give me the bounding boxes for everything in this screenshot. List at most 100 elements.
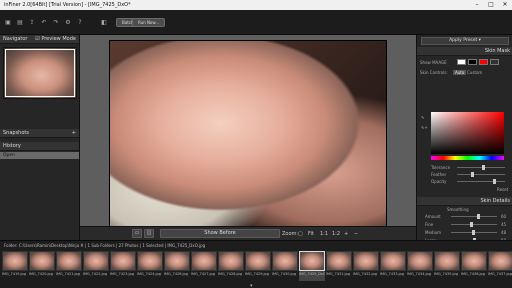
undo-icon[interactable]: ↶ (40, 19, 48, 27)
mask-color-gray[interactable] (490, 59, 499, 65)
filmstrip-thumbnail[interactable]: IMG_7432.jpg (353, 251, 379, 281)
skin-details-title: Skin Details (480, 198, 510, 204)
zoom-in-icon[interactable]: + (344, 230, 348, 238)
filmstrip: Folder: C:\Users\Ramin\Desktop\Ninja # |… (0, 240, 512, 288)
close-icon[interactable]: ✕ (498, 0, 512, 10)
add-snapshot-icon[interactable]: + (72, 129, 76, 138)
thumbnail-image (326, 251, 352, 271)
auto-tab[interactable]: Auto (453, 70, 467, 75)
zoom-fit[interactable]: Fit (308, 230, 314, 238)
history-header[interactable]: History (0, 142, 79, 151)
navigator-thumbnail[interactable] (3, 47, 77, 99)
eyedropper-add-icon[interactable]: ✎+ (421, 125, 428, 130)
image-canvas[interactable] (80, 35, 416, 240)
thumbnail-image (164, 251, 190, 271)
skin-details-header[interactable]: Skin Details (417, 197, 512, 206)
filmstrip-thumbnail[interactable]: IMG_7420.jpg (29, 251, 55, 281)
detail-slider[interactable] (451, 230, 497, 235)
zoom-1-1[interactable]: 1:1 (320, 230, 328, 238)
skin-controls-label: Skin Controls: (420, 70, 448, 75)
opacity-slider[interactable] (457, 179, 505, 184)
mask-color-red[interactable] (479, 59, 488, 65)
thumbnail-caption: IMG_7435.jpg (434, 272, 458, 276)
thumbnail-caption: IMG_7428.jpg (218, 272, 242, 276)
filmstrip-thumbnail[interactable]: IMG_7431.jpg (326, 251, 352, 281)
save-icon[interactable]: ▤ (16, 19, 24, 27)
thumbnail-image (407, 251, 433, 271)
thumbnail-caption: IMG_7420.jpg (29, 272, 53, 276)
baby-photo (109, 40, 387, 228)
detail-value: 45 (501, 222, 507, 227)
feather-slider[interactable] (457, 172, 505, 177)
detail-slider[interactable] (451, 222, 497, 227)
preview-mode-toggle[interactable]: ☑ Preview Mode (35, 35, 76, 44)
thumbnail-image (29, 251, 55, 271)
filmstrip-thumbnail[interactable]: IMG_7425_DxO.jpg (299, 251, 325, 281)
mask-color-white[interactable] (457, 59, 466, 65)
filmstrip-thumbnail[interactable]: IMG_7426.jpg (164, 251, 190, 281)
filmstrip-thumbnail[interactable]: IMG_7424.jpg (137, 251, 163, 281)
filmstrip-thumbnail[interactable]: IMG_7435.jpg (434, 251, 460, 281)
filmstrip-info: Folder: C:\Users\Ramin\Desktop\Ninja # |… (4, 243, 206, 248)
filmstrip-thumbnail[interactable]: IMG_7434.jpg (407, 251, 433, 281)
export-icon[interactable]: ⇪ (28, 19, 36, 27)
thumbnail-caption: IMG_7434.jpg (407, 272, 431, 276)
redo-icon[interactable]: ↷ (52, 19, 60, 27)
filmstrip-collapse-icon[interactable]: ▾ (250, 283, 253, 288)
thumbnail-image (218, 251, 244, 271)
compare-icon[interactable]: ◧ (100, 19, 108, 27)
thumbnail-image (380, 251, 406, 271)
filmstrip-thumbnail[interactable]: IMG_7436.jpg (461, 251, 487, 281)
navigator-header[interactable]: Navigator ☑ Preview Mode (0, 35, 79, 44)
tolerance-slider[interactable] (457, 165, 505, 170)
filmstrip-thumbnail[interactable]: IMG_7421.jpg (56, 251, 82, 281)
filmstrip-thumbnail[interactable]: IMG_7427.jpg (191, 251, 217, 281)
filmstrip-thumbnail[interactable]: IMG_7437.jpg (488, 251, 512, 281)
help-icon[interactable]: ? (76, 19, 84, 27)
reset-button[interactable]: Reset (497, 187, 508, 192)
history-item[interactable]: Open (0, 152, 79, 159)
apply-preset-dropdown[interactable]: Apply Preset ▾ (421, 37, 509, 45)
open-icon[interactable]: ▣ (4, 19, 12, 27)
filmstrip-thumbnail[interactable]: IMG_7429.jpg (245, 251, 271, 281)
detail-slider[interactable] (451, 214, 497, 219)
eyedropper-icon[interactable]: ✎ (421, 115, 424, 120)
thumbnail-image (353, 251, 379, 271)
thumbnail-caption: IMG_7423.jpg (110, 272, 134, 276)
filmstrip-thumbnail[interactable]: IMG_7422.jpg (83, 251, 109, 281)
split-view-icon[interactable]: ◫ (144, 229, 154, 238)
skin-color-picker[interactable] (431, 112, 504, 154)
zoom-out-icon[interactable]: − (354, 230, 358, 238)
zoom-1-2[interactable]: 1:2 (332, 230, 340, 238)
filmstrip-thumbnail[interactable]: IMG_7419.jpg (2, 251, 28, 281)
filmstrip-thumbnail[interactable]: IMG_7430.jpg (272, 251, 298, 281)
thumbnail-caption: IMG_7425_DxO.jpg (299, 272, 325, 276)
tolerance-label: Tolerance (431, 165, 451, 170)
thumbnail-caption: IMG_7430.jpg (272, 272, 296, 276)
thumbnail-image (137, 251, 163, 271)
filmstrip-thumbnail[interactable]: IMG_7428.jpg (218, 251, 244, 281)
mask-color-black[interactable] (468, 59, 477, 65)
snapshots-header[interactable]: Snapshots + (0, 129, 79, 138)
hue-slider[interactable] (431, 156, 504, 160)
skin-mask-header[interactable]: Skin Mask (417, 47, 512, 56)
single-view-icon[interactable]: ▭ (132, 229, 142, 238)
thumbnail-caption: IMG_7432.jpg (353, 272, 377, 276)
thumbnail-caption: IMG_7437.jpg (488, 272, 512, 276)
filmstrip-thumbnail[interactable]: IMG_7433.jpg (380, 251, 406, 281)
maximize-icon[interactable]: □ (484, 0, 498, 10)
run-now-button[interactable]: Run Now... (132, 18, 166, 27)
apply-preset-label: Apply Preset (449, 38, 478, 43)
thumbnail-caption: IMG_7419.jpg (2, 272, 26, 276)
canvas-bottom-bar: ▭ ◫ Show Before Zoom: ▢ Fit 1:1 1:2 + − (80, 226, 416, 240)
smoothing-label: Smoothing (447, 207, 469, 212)
main-toolbar: ▣ ▤ ⇪ ↶ ↷ ⚙ ? ◧ Batch... Run Now... (0, 10, 512, 35)
filmstrip-thumbnail[interactable]: IMG_7423.jpg (110, 251, 136, 281)
minimize-icon[interactable]: – (470, 0, 484, 10)
custom-tab[interactable]: Custom (467, 70, 482, 75)
navigator-viewport-rect[interactable] (5, 49, 75, 97)
show-before-button[interactable]: Show Before (160, 229, 280, 238)
thumbnail-image (299, 251, 325, 271)
zoom-fit-icon[interactable]: ▢ (298, 230, 303, 238)
settings-icon[interactable]: ⚙ (64, 19, 72, 27)
